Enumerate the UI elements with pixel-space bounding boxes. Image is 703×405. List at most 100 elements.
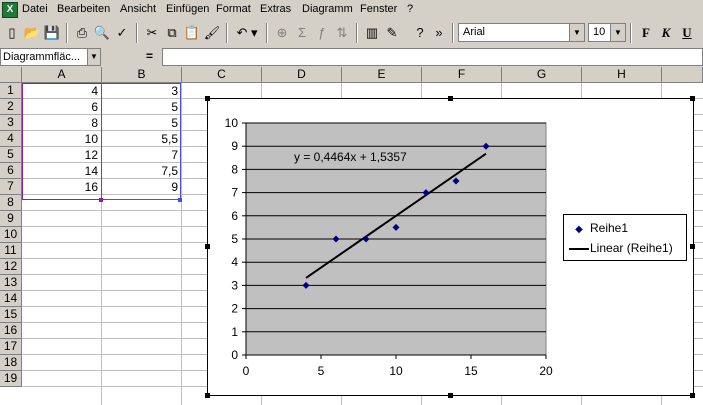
paste-icon[interactable]: 📋 [182, 23, 202, 43]
row-header-4[interactable]: 4 [0, 131, 22, 147]
menu-einfuegen[interactable]: Einfügen [166, 2, 209, 17]
cut-icon[interactable]: ✂ [142, 23, 162, 43]
menu-diagramm[interactable]: Diagramm [302, 2, 353, 17]
column-header-g[interactable]: G [502, 67, 582, 83]
save-icon[interactable]: 💾 [42, 23, 62, 43]
menu-bar: X Datei Bearbeiten Ansicht Einfügen Form… [0, 0, 703, 19]
chevron-down-icon[interactable]: ▼ [87, 49, 100, 65]
row-header-12[interactable]: 12 [0, 259, 22, 275]
row-header-6[interactable]: 6 [0, 163, 22, 179]
chart-resize-handle[interactable] [690, 96, 695, 101]
new-file-icon[interactable]: ▯ [2, 23, 22, 43]
row-header-3[interactable]: 3 [0, 115, 22, 131]
row-header-8[interactable]: 8 [0, 195, 22, 211]
undo-icon[interactable]: ↶ ▾ [232, 23, 262, 43]
row-header-5[interactable]: 5 [0, 147, 22, 163]
hyperlink-icon[interactable]: ⊕ [272, 23, 292, 43]
excel-app-icon[interactable]: X [2, 2, 18, 18]
print-icon[interactable]: ⎙ [72, 23, 92, 43]
standard-toolbar: ▯ 📂 💾 ⎙ 🔍 ✓ ✂ ⧉ 📋 🖌 ↶ ▾ ⊕ Σ ƒ ⇅ ▥ ✎ ? » … [0, 19, 703, 48]
row-header-17[interactable]: 17 [0, 339, 22, 355]
underline-button[interactable]: U [677, 23, 697, 43]
row-header-2[interactable]: 2 [0, 99, 22, 115]
drawing-icon[interactable]: ✎ [382, 23, 402, 43]
selection-range-b [101, 83, 181, 200]
menu-extras[interactable]: Extras [260, 2, 291, 17]
spellcheck-icon[interactable]: ✓ [112, 23, 132, 43]
chart-resize-handle[interactable] [690, 393, 695, 398]
legend-entry-series[interactable]: ◆ Reihe1 [568, 220, 628, 236]
row-header-15[interactable]: 15 [0, 307, 22, 323]
italic-button[interactable]: K [656, 23, 676, 43]
name-box[interactable]: Diagrammfläc... ▼ [0, 48, 101, 66]
format-painter-icon[interactable]: 🖌 [202, 23, 222, 43]
column-header-h[interactable]: H [582, 67, 662, 83]
menu-help[interactable]: ? [407, 2, 413, 17]
bold-button[interactable]: F [636, 23, 656, 43]
toolbar-separator [452, 23, 454, 43]
chart-resize-handle[interactable] [448, 393, 453, 398]
chart-resize-handle[interactable] [205, 244, 210, 249]
legend-entry-trendline[interactable]: Linear (Reihe1) [568, 240, 673, 256]
formula-input[interactable] [162, 48, 703, 66]
formula-equals-button[interactable]: = [146, 49, 153, 63]
name-box-value: Diagrammfläc... [3, 51, 81, 63]
y-tick-label: 4 [231, 255, 238, 269]
grid-column-line [181, 83, 182, 405]
chart-resize-handle[interactable] [205, 393, 210, 398]
range-resize-handle[interactable] [99, 198, 103, 202]
chart-wizard-icon[interactable]: ▥ [362, 23, 382, 43]
y-tick-label: 8 [231, 162, 238, 176]
column-header-f[interactable]: F [422, 67, 502, 83]
row-header-9[interactable]: 9 [0, 211, 22, 227]
menu-ansicht[interactable]: Ansicht [120, 2, 156, 17]
column-header-e[interactable]: E [342, 67, 422, 83]
row-header-14[interactable]: 14 [0, 291, 22, 307]
row-header-19[interactable]: 19 [0, 371, 22, 387]
sort-icon[interactable]: ⇅ [332, 23, 352, 43]
chart-legend[interactable]: ◆ Reihe1 Linear (Reihe1) [563, 214, 687, 261]
font-size-select[interactable]: 10 ▼ [588, 23, 626, 42]
row-header-13[interactable]: 13 [0, 275, 22, 291]
selection-range-a [22, 83, 102, 200]
column-header-b[interactable]: B [102, 67, 182, 83]
line-marker-icon [568, 240, 590, 256]
toolbar-more-button[interactable]: » [432, 23, 446, 43]
y-tick-label: 6 [231, 209, 238, 223]
office-assistant-icon[interactable]: ? [410, 23, 430, 43]
y-tick-label: 10 [225, 116, 239, 130]
menu-bearbeiten[interactable]: Bearbeiten [57, 2, 110, 17]
chart-resize-handle[interactable] [205, 96, 210, 101]
font-name-select[interactable]: Arial ▼ [458, 23, 585, 42]
x-tick-label: 15 [464, 364, 478, 378]
x-tick-label: 0 [243, 364, 250, 378]
chart-resize-handle[interactable] [690, 244, 695, 249]
toolbar-separator [630, 23, 632, 43]
open-folder-icon[interactable]: 📂 [22, 23, 42, 43]
menu-datei[interactable]: Datei [22, 2, 48, 17]
autosum-icon[interactable]: Σ [292, 23, 312, 43]
row-header-18[interactable]: 18 [0, 355, 22, 371]
toolbar-separator [226, 23, 228, 43]
column-header-c[interactable]: C [182, 67, 262, 83]
menu-format[interactable]: Format [216, 2, 251, 17]
row-header-11[interactable]: 11 [0, 243, 22, 259]
column-header-d[interactable]: D [262, 67, 342, 83]
column-header-a[interactable]: A [22, 67, 102, 83]
x-tick-label: 5 [318, 364, 325, 378]
row-header-10[interactable]: 10 [0, 227, 22, 243]
copy-icon[interactable]: ⧉ [162, 23, 182, 43]
chart-resize-handle[interactable] [448, 96, 453, 101]
chevron-down-icon[interactable]: ▼ [610, 24, 625, 41]
row-header-7[interactable]: 7 [0, 179, 22, 195]
row-header-1[interactable]: 1 [0, 83, 22, 99]
select-all-corner[interactable] [0, 67, 22, 83]
range-resize-handle[interactable] [178, 198, 182, 202]
chevron-down-icon[interactable]: ▼ [569, 24, 584, 41]
row-header-16[interactable]: 16 [0, 323, 22, 339]
column-header-partial[interactable] [662, 67, 703, 83]
print-preview-icon[interactable]: 🔍 [92, 23, 112, 43]
legend-series-label: Reihe1 [590, 221, 629, 235]
function-icon[interactable]: ƒ [312, 23, 332, 43]
menu-fenster[interactable]: Fenster [360, 2, 397, 17]
